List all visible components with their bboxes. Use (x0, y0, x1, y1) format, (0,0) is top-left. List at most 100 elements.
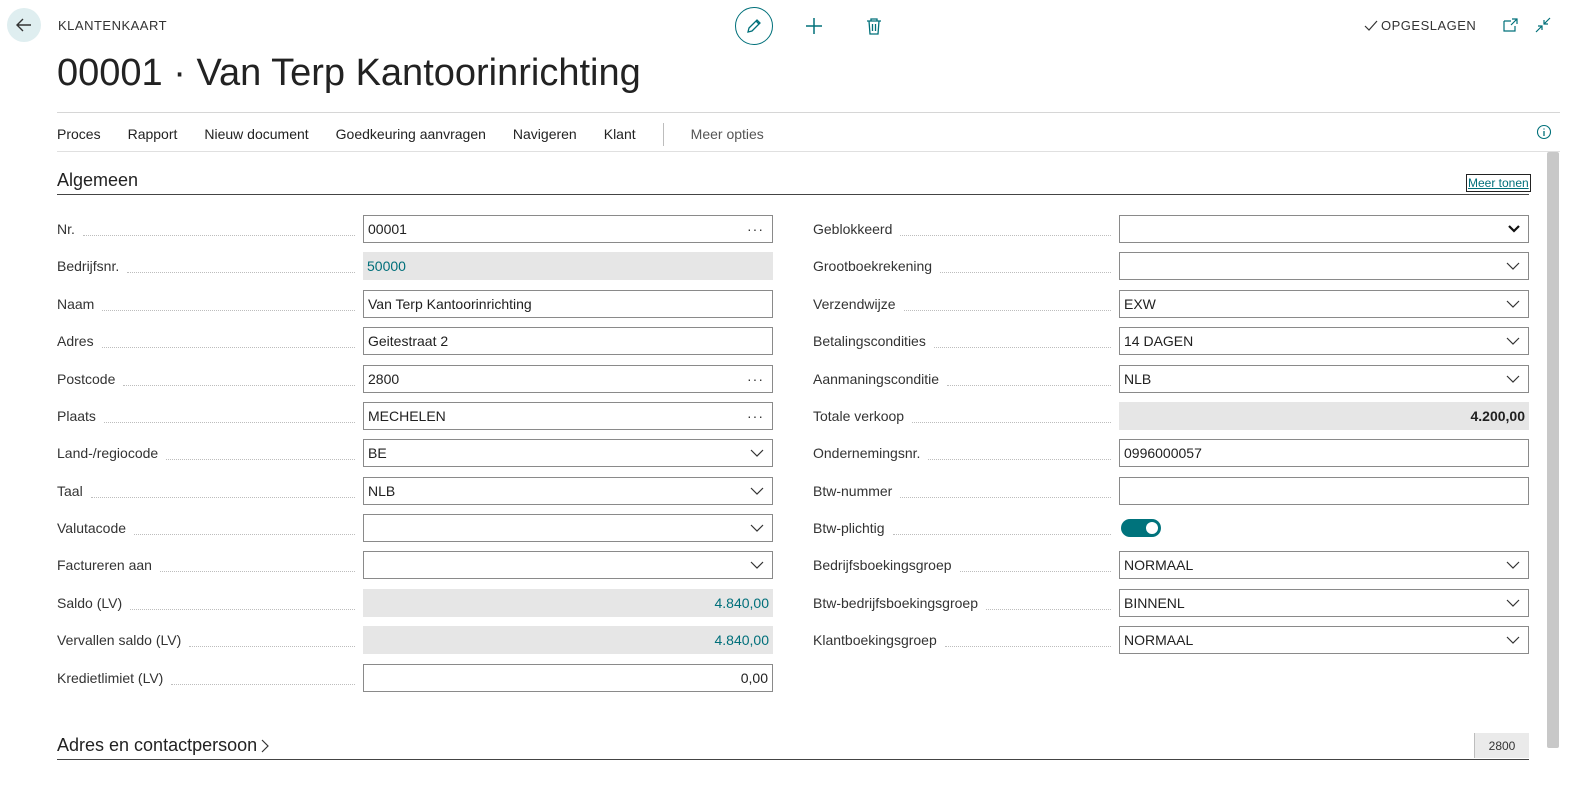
field-label: Valutacode (57, 520, 363, 536)
field-row-bedrijfsboekingsgroep: Bedrijfsboekingsgroep NORMAAL (813, 551, 1529, 579)
field-label: Land-/regiocode (57, 445, 363, 461)
verzendwijze-select[interactable]: EXW (1119, 290, 1529, 318)
action-more-options[interactable]: Meer opties (691, 126, 764, 142)
back-button[interactable] (7, 8, 41, 42)
field-label: Grootboekrekening (813, 258, 1119, 274)
btw-nummer-input[interactable] (1119, 477, 1529, 505)
action-klant[interactable]: Klant (604, 126, 636, 142)
aanmaningsconditie-select[interactable]: NLB (1119, 365, 1529, 393)
field-row-saldo: Saldo (LV) 4.840,00 (57, 589, 773, 617)
page-type-caption: KLANTENKAART (58, 18, 168, 33)
collapse-icon[interactable] (1534, 16, 1552, 34)
field-row-verzendwijze: Verzendwijze EXW (813, 290, 1529, 318)
field-row-plaats: Plaats MECHELEN ··· (57, 402, 773, 430)
field-row-land-regiocode: Land-/regiocode BE (57, 439, 773, 467)
chevron-down-icon (750, 449, 764, 457)
field-label: Taal (57, 483, 363, 499)
section-address-label: Adres en contactpersoon (57, 735, 258, 755)
field-label: Saldo (LV) (57, 595, 363, 611)
chevron-down-icon (750, 561, 764, 569)
field-label: Btw-bedrijfsboekingsgroep (813, 595, 1119, 611)
klantboekingsgroep-select[interactable]: NORMAAL (1119, 626, 1529, 654)
field-row-ondernemingsnr: Ondernemingsnr. 0996000057 (813, 439, 1529, 467)
field-row-klantboekingsgroep: Klantboekingsgroep NORMAAL (813, 626, 1529, 654)
lookup-ellipsis-icon[interactable]: ··· (747, 371, 764, 387)
open-in-new-window-icon[interactable] (1502, 16, 1520, 34)
action-rapport[interactable]: Rapport (128, 126, 178, 142)
plaats-input[interactable]: MECHELEN ··· (363, 402, 773, 430)
chevron-down-icon (1506, 561, 1520, 569)
postcode-input[interactable]: 2800 ··· (363, 365, 773, 393)
field-label: Nr. (57, 221, 363, 237)
field-label: Verzendwijze (813, 296, 1119, 312)
ondernemingsnr-input[interactable]: 0996000057 (1119, 439, 1529, 467)
info-button[interactable] (1536, 124, 1552, 145)
header-actions (735, 7, 889, 45)
action-bar: Proces Rapport Nieuw document Goedkeurin… (57, 122, 791, 146)
page-title: 00001 · Van Terp Kantoorinrichting (57, 52, 641, 94)
section-general-title[interactable]: Algemeen (57, 170, 138, 191)
btw-bedrijfsboekingsgroep-select[interactable]: BINNENL (1119, 589, 1529, 617)
bedrijfsboekingsgroep-select[interactable]: NORMAAL (1119, 551, 1529, 579)
taal-select[interactable]: NLB (363, 477, 773, 505)
field-row-naam: Naam Van Terp Kantoorinrichting (57, 290, 773, 318)
section-address-underline (57, 759, 1529, 760)
field-row-factureren-aan: Factureren aan (57, 551, 773, 579)
section-address-summary-badge: 2800 (1474, 733, 1529, 758)
action-navigeren[interactable]: Navigeren (513, 126, 577, 142)
vervallen-saldo-value[interactable]: 4.840,00 (363, 626, 773, 654)
vertical-scrollbar[interactable] (1547, 152, 1559, 748)
header-divider (57, 112, 1560, 113)
action-proces[interactable]: Proces (57, 126, 101, 142)
plus-icon (806, 18, 822, 34)
land-regiocode-select[interactable]: BE (363, 439, 773, 467)
field-label: Factureren aan (57, 557, 363, 573)
bedrijfsnr-value[interactable]: 50000 (363, 252, 773, 280)
field-row-postcode: Postcode 2800 ··· (57, 365, 773, 393)
lookup-ellipsis-icon[interactable]: ··· (747, 221, 764, 237)
betalingscondities-select[interactable]: 14 DAGEN (1119, 327, 1529, 355)
grootboekrekening-select[interactable] (1119, 252, 1529, 280)
chevron-down-icon (750, 524, 764, 532)
new-button[interactable] (799, 11, 829, 41)
show-more-link[interactable]: Meer tonen (1466, 174, 1531, 192)
field-row-betalingscondities: Betalingscondities 14 DAGEN (813, 327, 1529, 355)
btw-plichtig-toggle[interactable] (1121, 519, 1161, 537)
section-general-underline (57, 194, 1529, 195)
kredietlimiet-input[interactable]: 0,00 (363, 664, 773, 692)
chevron-down-icon (1506, 337, 1520, 345)
field-label: Vervallen saldo (LV) (57, 632, 363, 648)
field-row-geblokkeerd: Geblokkeerd (813, 215, 1529, 243)
saved-status-label: OPGESLAGEN (1381, 18, 1477, 33)
action-nieuw-document[interactable]: Nieuw document (204, 126, 308, 142)
checkmark-icon (1364, 20, 1378, 31)
naam-input[interactable]: Van Terp Kantoorinrichting (363, 290, 773, 318)
section-address-title[interactable]: Adres en contactpersoon (57, 735, 269, 756)
chevron-down-icon (1506, 599, 1520, 607)
action-bar-separator (662, 122, 664, 146)
nr-input[interactable]: 00001 ··· (363, 215, 773, 243)
field-row-aanmaningsconditie: Aanmaningsconditie NLB (813, 365, 1529, 393)
valutacode-select[interactable] (363, 514, 773, 542)
field-row-nr: Nr. 00001 ··· (57, 215, 773, 243)
field-row-totale-verkoop: Totale verkoop 4.200,00 (813, 402, 1529, 430)
info-icon (1536, 124, 1552, 140)
adres-input[interactable]: Geitestraat 2 (363, 327, 773, 355)
field-label: Klantboekingsgroep (813, 632, 1119, 648)
field-label: Aanmaningsconditie (813, 371, 1119, 387)
action-goedkeuring-aanvragen[interactable]: Goedkeuring aanvragen (336, 126, 486, 142)
factureren-aan-select[interactable] (363, 551, 773, 579)
geblokkeerd-select[interactable] (1119, 215, 1529, 243)
field-label: Totale verkoop (813, 408, 1119, 424)
field-row-btw-nummer: Btw-nummer (813, 477, 1529, 505)
field-row-vervallen-saldo: Vervallen saldo (LV) 4.840,00 (57, 626, 773, 654)
lookup-ellipsis-icon[interactable]: ··· (747, 408, 764, 424)
field-label: Ondernemingsnr. (813, 445, 1119, 461)
delete-button[interactable] (859, 11, 889, 41)
field-label: Geblokkeerd (813, 221, 1119, 237)
chevron-down-icon (1506, 375, 1520, 383)
field-row-btw-plichtig: Btw-plichtig (813, 514, 1529, 542)
saldo-value[interactable]: 4.840,00 (363, 589, 773, 617)
chevron-right-icon (261, 739, 269, 752)
edit-button[interactable] (735, 7, 773, 45)
